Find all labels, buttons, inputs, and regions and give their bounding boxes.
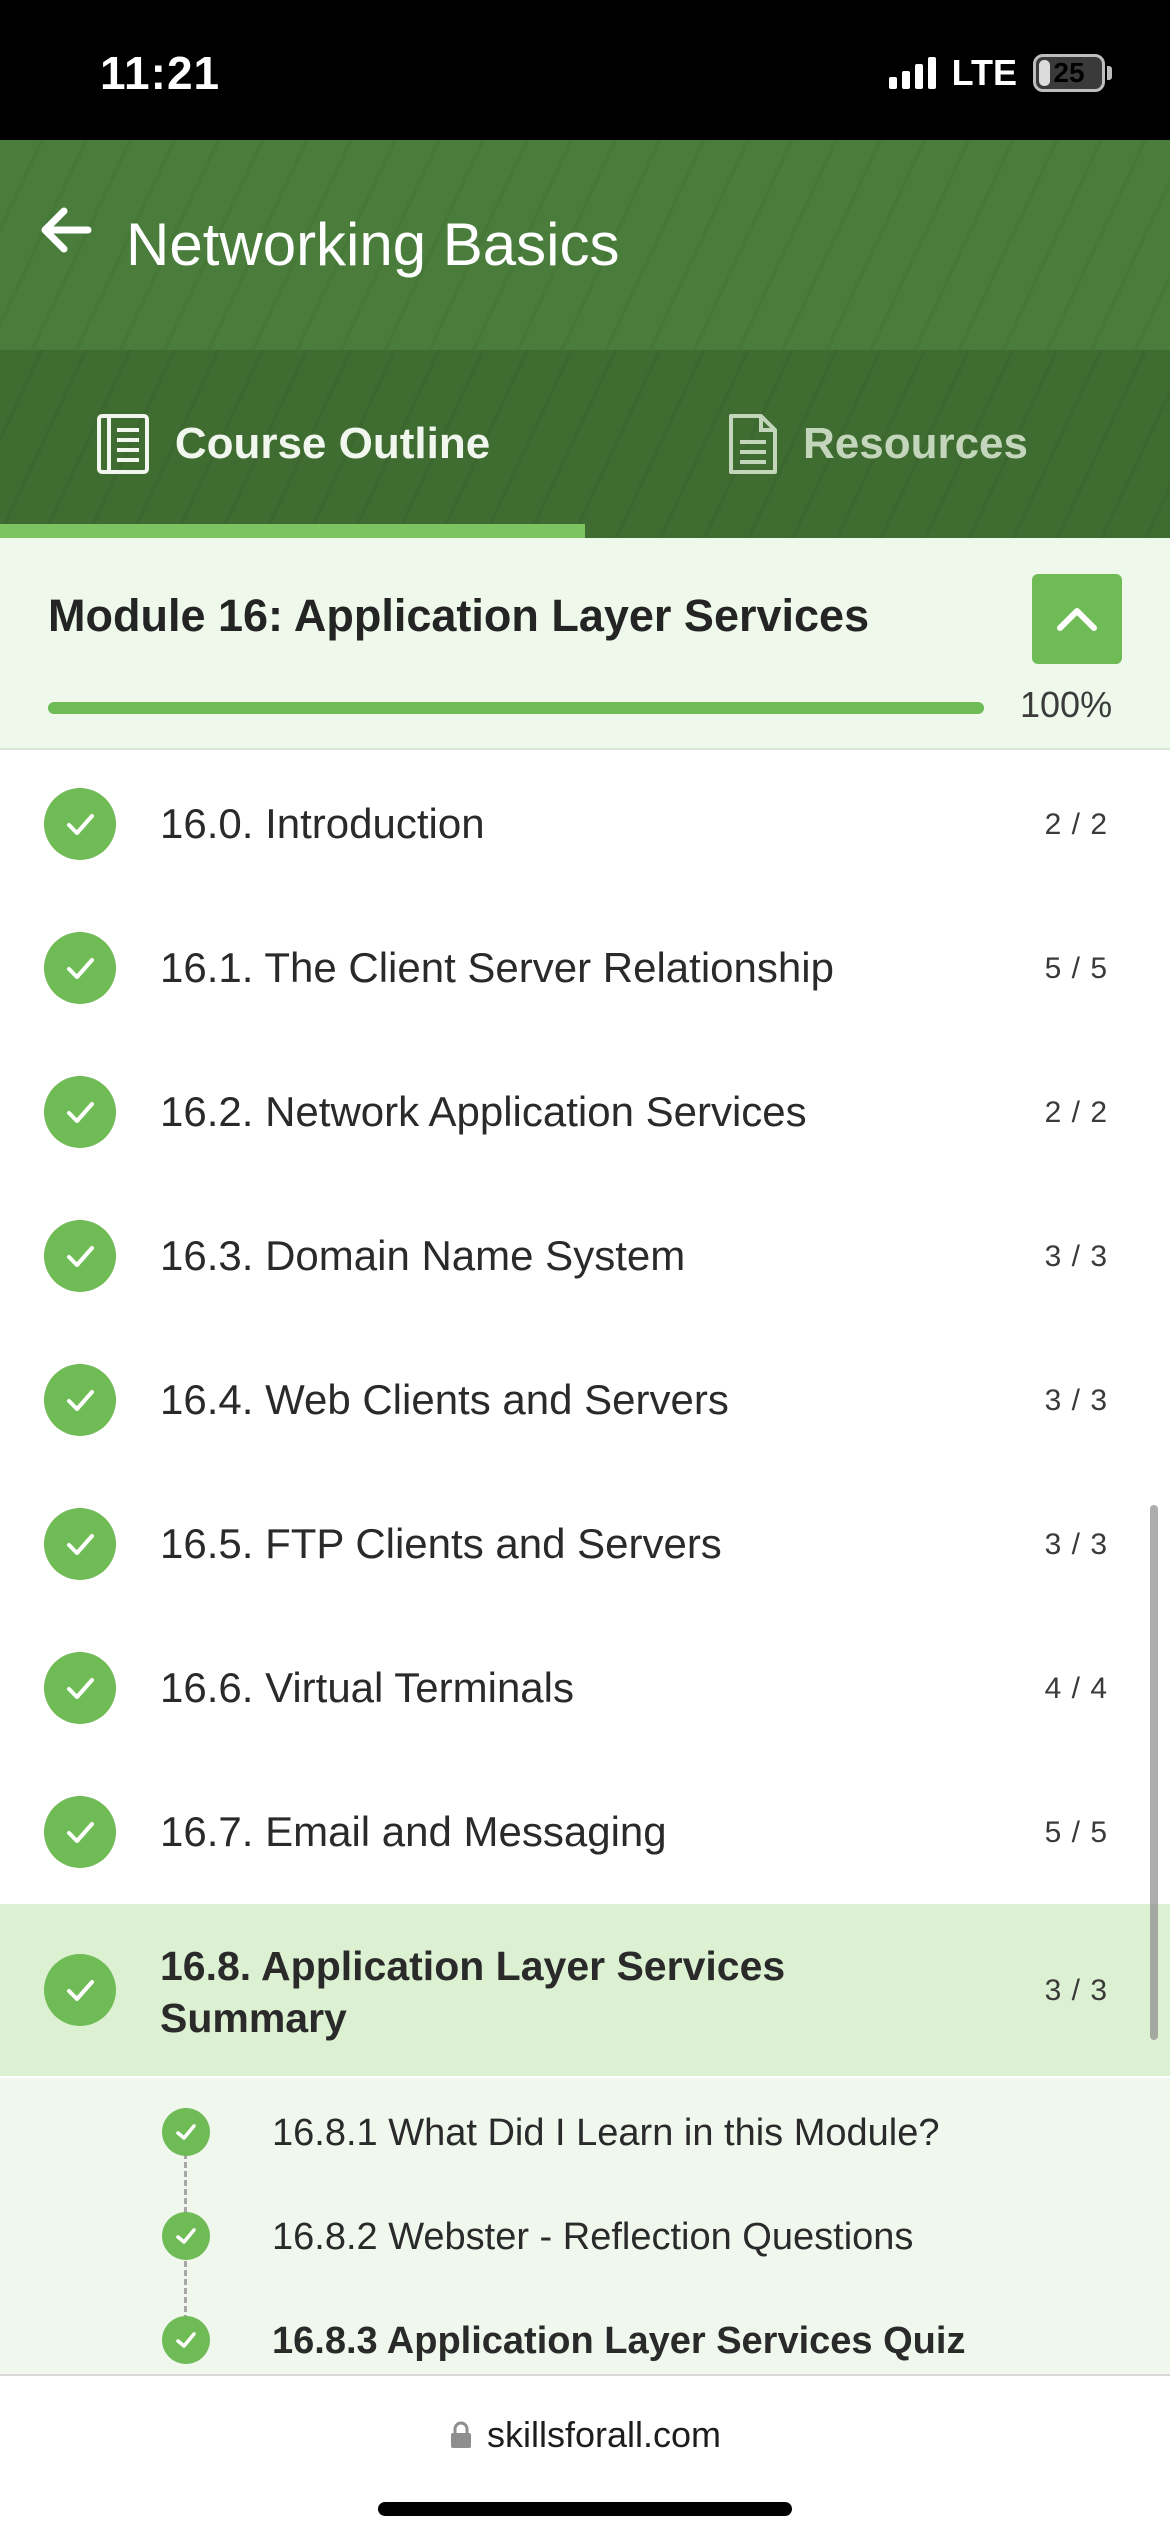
module-header: Module 16: Application Layer Services 10… xyxy=(0,538,1170,750)
signal-icon xyxy=(888,57,936,89)
lesson-title: 16.4. Web Clients and Servers xyxy=(160,1376,729,1423)
lesson-title: 16.7. Email and Messaging xyxy=(160,1808,667,1855)
lesson-count: 3 / 3 xyxy=(1044,1384,1108,1417)
completed-check-icon xyxy=(44,1364,116,1436)
sublesson-item[interactable]: 16.8.2 Webster - Reflection Questions xyxy=(0,2182,1170,2286)
url-text: skillsforall.com xyxy=(486,2414,722,2455)
lesson-count: 2 / 2 xyxy=(1044,1096,1108,1129)
lesson-row[interactable]: 16.1. The Client Server Relationship 5 /… xyxy=(0,896,1170,1040)
page-title: Networking Basics xyxy=(126,211,620,278)
sublesson-title: 16.8.1 What Did I Learn in this Module? xyxy=(272,2112,940,2154)
completed-check-icon xyxy=(162,2212,210,2260)
collapse-button[interactable] xyxy=(1032,574,1122,664)
completed-check-icon xyxy=(44,1508,116,1580)
lesson-count: 5 / 5 xyxy=(1044,952,1108,985)
tab-resources[interactable]: Resources xyxy=(585,350,1170,538)
lesson-title: 16.6. Virtual Terminals xyxy=(160,1664,574,1711)
lesson-count: 4 / 4 xyxy=(1044,1672,1108,1705)
module-title: Module 16: Application Layer Services xyxy=(48,590,870,641)
lesson-row[interactable]: 16.3. Domain Name System 3 / 3 xyxy=(0,1184,1170,1328)
browser-url-bar: skillsforall.com xyxy=(0,2374,1170,2532)
battery-icon: 25 xyxy=(1033,54,1112,92)
sublesson-item[interactable]: 16.8.1 What Did I Learn in this Module? xyxy=(0,2078,1170,2182)
sublesson-title: 16.8.2 Webster - Reflection Questions xyxy=(272,2216,914,2258)
chevron-up-icon xyxy=(1057,608,1097,631)
sublesson-item-current[interactable]: 16.8.3 Application Layer Services Quiz xyxy=(0,2286,1170,2374)
tab-course-outline[interactable]: Course Outline xyxy=(0,350,585,538)
battery-level: 25 xyxy=(1053,57,1085,88)
lock-icon xyxy=(450,2421,471,2448)
lesson-row[interactable]: 16.2. Network Application Services 2 / 2 xyxy=(0,1040,1170,1184)
lesson-count: 3 / 3 xyxy=(1044,1528,1108,1561)
module-progress-bar xyxy=(48,702,984,714)
lesson-title: 16.5. FTP Clients and Servers xyxy=(160,1520,722,1567)
scrollbar[interactable] xyxy=(1150,1505,1158,2040)
lesson-row[interactable]: 16.7. Email and Messaging 5 / 5 xyxy=(0,1760,1170,1904)
course-outline-icon xyxy=(96,414,149,474)
lesson-count: 5 / 5 xyxy=(1044,1816,1108,1849)
sublesson-list: 16.8.1 What Did I Learn in this Module? … xyxy=(0,2078,1170,2374)
lesson-row[interactable]: 16.0. Introduction 2 / 2 xyxy=(0,752,1170,896)
tab-label: Resources xyxy=(802,419,1028,468)
lesson-title: 16.2. Network Application Services xyxy=(160,1088,807,1135)
home-indicator[interactable] xyxy=(378,2502,792,2516)
lesson-title: 16.0. Introduction xyxy=(160,800,485,847)
lesson-title: 16.1. The Client Server Relationship xyxy=(160,944,834,991)
completed-check-icon xyxy=(162,2108,210,2156)
completed-check-icon xyxy=(44,932,116,1004)
lesson-count: 3 / 3 xyxy=(1044,1974,1108,2007)
status-bar: 11:21 LTE 25 xyxy=(0,0,1170,140)
status-time: 11:21 xyxy=(100,47,221,99)
completed-check-icon xyxy=(44,1652,116,1724)
completed-check-icon xyxy=(44,788,116,860)
tab-label: Course Outline xyxy=(174,419,491,468)
lesson-row[interactable]: 16.6. Virtual Terminals 4 / 4 xyxy=(0,1616,1170,1760)
lesson-count: 2 / 2 xyxy=(1044,808,1108,841)
lesson-count: 3 / 3 xyxy=(1044,1240,1108,1273)
lesson-row[interactable]: 16.4. Web Clients and Servers 3 / 3 xyxy=(0,1328,1170,1472)
tab-bar: Course Outline Resources xyxy=(0,350,1170,538)
completed-check-icon xyxy=(44,1796,116,1868)
document-icon xyxy=(728,414,777,474)
completed-check-icon xyxy=(162,2316,210,2364)
sublesson-title: 16.8.3 Application Layer Services Quiz xyxy=(272,2320,966,2362)
completed-check-icon xyxy=(44,1076,116,1148)
active-tab-indicator xyxy=(0,524,585,538)
network-label: LTE xyxy=(951,52,1017,93)
module-progress-fill xyxy=(48,702,984,714)
completed-check-icon xyxy=(44,1954,116,2026)
url-field[interactable]: skillsforall.com xyxy=(0,2414,1170,2456)
module-progress-label: 100% xyxy=(1020,684,1113,725)
lesson-title: 16.8. Application Layer Services Summary xyxy=(160,1943,786,2041)
lesson-row-current[interactable]: 16.8. Application Layer Services Summary… xyxy=(0,1904,1170,2076)
completed-check-icon xyxy=(44,1220,116,1292)
lesson-row[interactable]: 16.5. FTP Clients and Servers 3 / 3 xyxy=(0,1472,1170,1616)
app-header: Networking Basics xyxy=(0,140,1170,350)
back-button[interactable] xyxy=(34,198,98,262)
back-arrow-icon xyxy=(41,207,92,253)
lesson-title: 16.3. Domain Name System xyxy=(160,1232,686,1279)
status-indicators: LTE 25 xyxy=(888,52,1112,94)
